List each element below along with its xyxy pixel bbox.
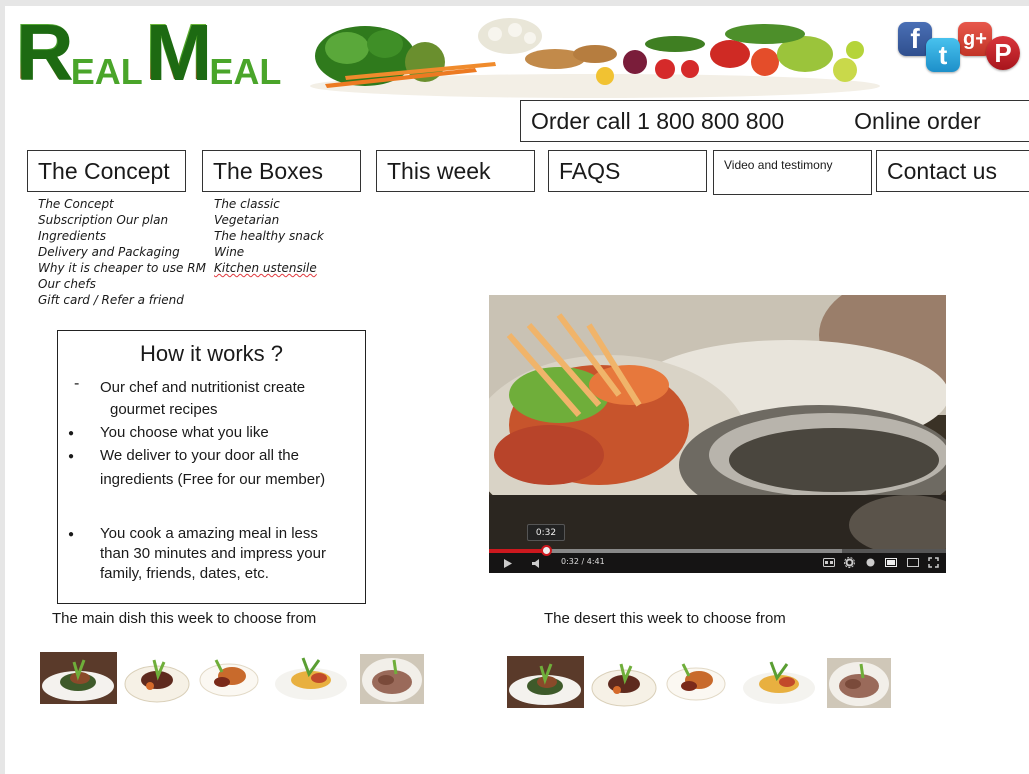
logo-text-eal: EAL bbox=[70, 51, 143, 92]
nav-the-concept[interactable]: The Concept bbox=[27, 150, 186, 192]
bullet-icon: ● bbox=[68, 451, 75, 462]
nav-video-testimony[interactable]: Video and testimony bbox=[713, 150, 872, 195]
boxes-menu-item[interactable]: The healthy snack bbox=[214, 228, 324, 244]
how-step-text: gourmet recipes bbox=[110, 401, 218, 418]
how-step-text: than 30 minutes and impress your bbox=[100, 545, 326, 562]
main-dish-gallery bbox=[40, 652, 425, 708]
bullet-icon: ● bbox=[68, 529, 75, 540]
dessert-thumbnail[interactable] bbox=[741, 656, 818, 708]
main-dish-caption: The main dish this week to choose from bbox=[52, 610, 317, 627]
video-time: 0:32 / 4:41 bbox=[561, 557, 605, 566]
concept-menu-item[interactable]: Why it is cheaper to use RM bbox=[38, 260, 206, 276]
page-frame: R EAL M EAL f g+ t P Order call 1 800 80… bbox=[0, 0, 1029, 774]
pinterest-icon[interactable]: P bbox=[986, 36, 1020, 70]
dessert-gallery bbox=[507, 652, 893, 708]
nav-the-boxes[interactable]: The Boxes bbox=[202, 150, 361, 192]
dash-bullet: - bbox=[74, 375, 80, 392]
video-frame-image bbox=[489, 295, 946, 555]
boxes-submenu: The classic Vegetarian The healthy snack… bbox=[214, 196, 324, 276]
large-player-icon[interactable] bbox=[907, 558, 919, 567]
info-icon[interactable] bbox=[866, 558, 875, 567]
dish-thumbnail[interactable] bbox=[40, 652, 117, 704]
how-step-text: Our chef and nutritionist create bbox=[100, 379, 306, 396]
order-bar: Order call 1 800 800 800 Online order bbox=[520, 100, 1029, 142]
how-it-works-title: How it works ? bbox=[139, 341, 284, 366]
time-tooltip: 0:32 bbox=[527, 524, 565, 541]
dessert-thumbnail[interactable] bbox=[507, 656, 584, 708]
how-step-text: You choose what you like bbox=[100, 424, 269, 441]
nav-this-week[interactable]: This week bbox=[376, 150, 535, 192]
concept-submenu: The Concept Subscription Our plan Ingred… bbox=[38, 196, 206, 308]
nav-contact-us[interactable]: Contact us bbox=[876, 150, 1029, 192]
social-links: f g+ t P bbox=[898, 20, 1023, 76]
realmeal-logo[interactable]: R EAL M EAL bbox=[15, 7, 283, 96]
play-icon[interactable] bbox=[503, 558, 513, 569]
dessert-thumbnail[interactable] bbox=[665, 656, 728, 704]
concept-menu-item[interactable]: The Concept bbox=[38, 196, 206, 212]
settings-gear-icon[interactable] bbox=[844, 557, 855, 568]
how-step-text: family, friends, dates, etc. bbox=[100, 565, 269, 582]
dish-thumbnail[interactable] bbox=[198, 652, 261, 700]
order-call-link[interactable]: Order call 1 800 800 800 bbox=[531, 108, 784, 135]
dish-thumbnail[interactable] bbox=[360, 654, 424, 704]
fullscreen-icon[interactable] bbox=[928, 557, 939, 568]
played-bar bbox=[489, 549, 546, 553]
dessert-caption: The desert this week to choose from bbox=[544, 610, 786, 627]
twitter-icon[interactable]: t bbox=[926, 38, 960, 72]
how-step-text: You cook a amazing meal in less bbox=[100, 525, 318, 542]
concept-menu-item[interactable]: Gift card / Refer a friend bbox=[38, 292, 206, 308]
boxes-menu-item[interactable]: Kitchen ustensile bbox=[214, 260, 324, 276]
nav-faqs[interactable]: FAQS bbox=[548, 150, 707, 192]
concept-menu-item[interactable]: Ingredients bbox=[38, 228, 206, 244]
boxes-menu-item[interactable]: Vegetarian bbox=[214, 212, 324, 228]
logo-letter-m: M bbox=[144, 7, 212, 96]
how-step-text: We deliver to your door all the bbox=[100, 447, 299, 464]
video-player[interactable]: 0:32 0:32 / 4:41 bbox=[489, 295, 946, 573]
dish-thumbnail[interactable] bbox=[124, 654, 190, 704]
video-controls: 0:32 / 4:41 bbox=[489, 545, 946, 573]
how-step-text: ingredients (Free for our member) bbox=[100, 471, 326, 488]
dessert-thumbnail[interactable] bbox=[591, 658, 657, 708]
concept-menu-item[interactable]: Delivery and Packaging bbox=[38, 244, 206, 260]
online-order-link[interactable]: Online order bbox=[854, 108, 981, 135]
how-it-works-box: How it works ? - Our chef and nutritioni… bbox=[57, 330, 366, 604]
logo-letter-r: R bbox=[15, 7, 73, 96]
buffer-bar bbox=[546, 549, 842, 553]
concept-menu-item[interactable]: Subscription Our plan bbox=[38, 212, 206, 228]
dish-thumbnail[interactable] bbox=[273, 652, 350, 704]
concept-menu-item[interactable]: Our chefs bbox=[38, 276, 206, 292]
scrubber-handle[interactable] bbox=[541, 545, 552, 556]
small-player-icon[interactable] bbox=[885, 558, 897, 567]
boxes-menu-item[interactable]: The classic bbox=[214, 196, 324, 212]
bullet-icon: ● bbox=[68, 428, 75, 439]
volume-icon[interactable] bbox=[531, 558, 543, 569]
dessert-thumbnail[interactable] bbox=[827, 658, 891, 708]
captions-icon[interactable] bbox=[823, 558, 835, 567]
vegetable-banner-image bbox=[310, 18, 880, 98]
boxes-menu-item[interactable]: Wine bbox=[214, 244, 324, 260]
logo-text-eal-2: EAL bbox=[209, 51, 282, 92]
